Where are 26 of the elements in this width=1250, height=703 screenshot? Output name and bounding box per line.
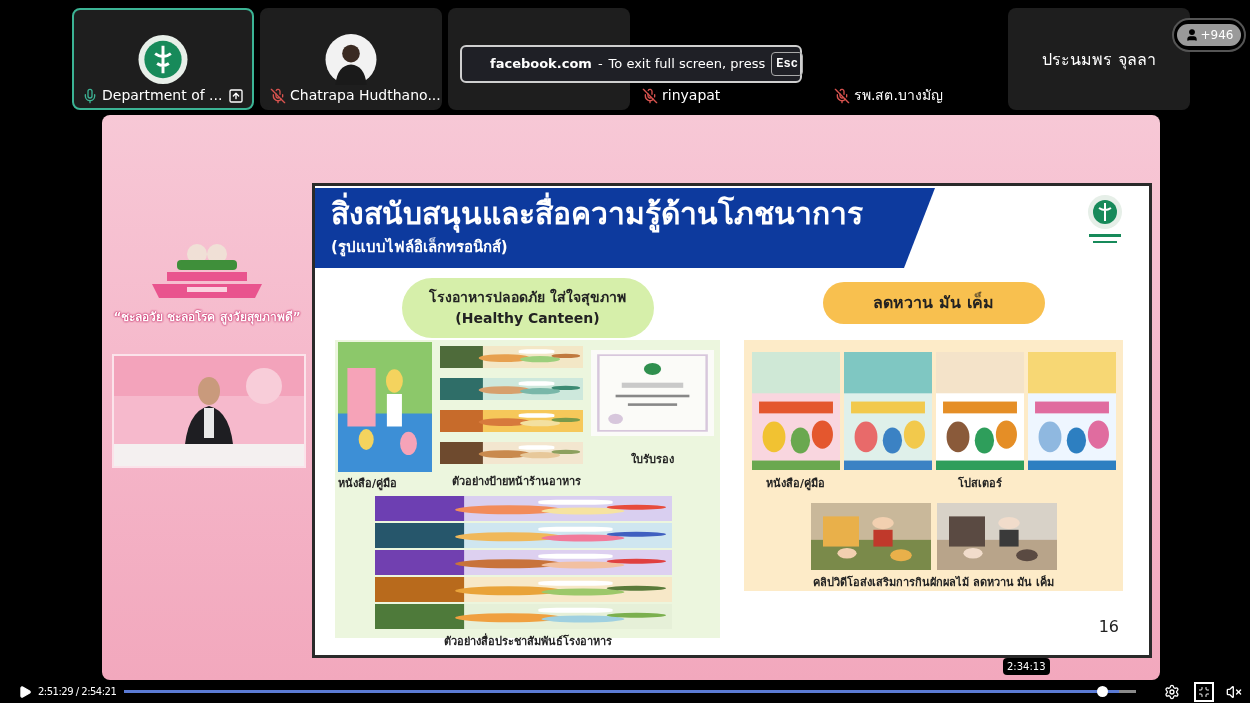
notice-message: To exit full screen, press [608,55,766,74]
caption: หนังสือ/คู่มือ [766,476,825,493]
caption: คลิปวิดีโอส่งเสริมการกินผักผลไม้ ลดหวาน มัน เค็ม [812,574,1055,591]
caption: ตัวอย่างสื่อประชาสัมพันธ์โรงอาหาร [443,633,612,650]
notice-separator: - [597,55,603,74]
participant-name: rinyapat [662,86,721,105]
playback-time: 2:51:29 / 2:54:21 [38,685,117,699]
caption: หนังสือ/คู่มือ [338,476,399,493]
page-number: 16 [1098,616,1119,638]
esc-key: Esc [771,52,803,76]
slide-subtitle: (รูปแบบไฟล์อิเล็กทรอนิกส์) [331,236,509,259]
notice-site: facebook.com [490,55,592,74]
participant-name: Department of ... [102,86,223,105]
heading-line: (Healthy Canteen) [455,309,600,328]
heading-line: โรงอาหารปลอดภัย ใส่ใจสุขภาพ [429,287,626,308]
caption: ตัวอย่างป้ายหน้าร้านอาหาร [451,474,582,490]
hover-time-tooltip: 2:34:13 [1003,658,1050,675]
slide-title: สิ่งสนับสนุนและสื่อความรู้ด้านโภชนาการ [331,192,935,236]
section-heading: ลดหวาน มัน เค็ม [822,282,1045,324]
caption: ใบรับรอง [631,452,674,468]
caption: โปสเตอร์ [957,476,1002,492]
participant-name: ประนมพร จุลลา [1042,49,1156,72]
tagline: “ชะลอวัย ชะลอโรค สูงวัยสุขภาพดี” [113,309,301,326]
participant-count: +946 [1200,27,1234,44]
participant-name: รพ.สต.บางมัญ [854,86,943,105]
participant-name: Chatrapa Hudthano... [290,86,441,105]
